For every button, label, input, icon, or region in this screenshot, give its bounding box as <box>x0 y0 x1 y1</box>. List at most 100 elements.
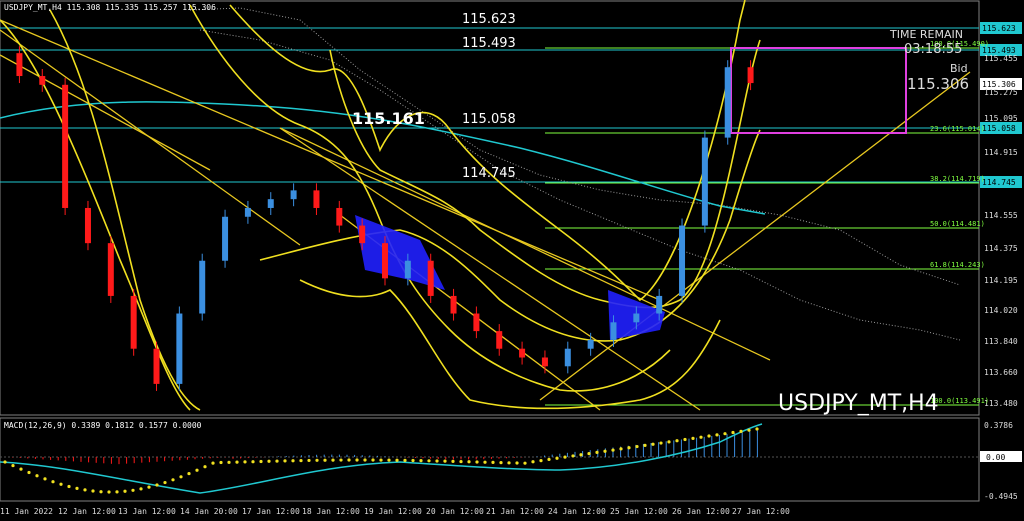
macd-dot <box>483 460 487 464</box>
macd-dot <box>251 460 255 464</box>
macd-dot <box>235 460 239 464</box>
macd-dot <box>675 439 679 443</box>
bid-label: Bid <box>950 62 968 75</box>
time-axis-label: 17 Jan 12:00 <box>242 507 300 516</box>
axis-tick: 114.195 <box>984 276 1018 285</box>
candle-body <box>176 313 183 384</box>
macd-dot <box>643 443 647 447</box>
macd-dot <box>107 490 111 494</box>
macd-dot <box>139 487 143 491</box>
macd-dot <box>395 458 399 462</box>
macd-dot <box>579 453 583 457</box>
macd-dot <box>331 458 335 462</box>
macd-dot <box>443 459 447 463</box>
level-label-115493: 115.493 <box>462 36 516 51</box>
symbol-watermark: USDJPY_MT,H4 <box>778 391 939 416</box>
candle-body <box>656 295 663 314</box>
macd-dot <box>523 461 527 465</box>
candle-body <box>222 216 229 261</box>
macd-dot <box>651 442 655 446</box>
macd-dot <box>595 450 599 455</box>
macd-dot <box>459 459 463 464</box>
macd-dot <box>163 480 167 485</box>
macd-dot <box>467 460 471 464</box>
time-axis-label: 20 Jan 12:00 <box>426 507 484 516</box>
fib-label-618: 61.8(114.243) <box>930 261 985 269</box>
macd-dot <box>587 451 591 456</box>
macd-dot <box>515 461 519 465</box>
candle-body <box>473 313 480 332</box>
macd-dot <box>411 458 415 463</box>
time-axis-label: 19 Jan 12:00 <box>364 507 422 516</box>
macd-dot <box>179 475 183 479</box>
bid-value: 115.306 <box>907 75 969 93</box>
macd-dot <box>11 463 15 468</box>
macd-dot <box>211 461 215 465</box>
macd-dot <box>203 465 207 469</box>
candle-body <box>633 313 640 323</box>
macd-axis-zero: 0.00 <box>986 453 1005 462</box>
macd-dot <box>683 437 687 442</box>
macd-dot <box>667 440 671 444</box>
macd-dot <box>491 460 495 465</box>
axis-tick: 113.480 <box>984 399 1018 408</box>
macd-dot <box>323 458 327 462</box>
macd-dot <box>259 459 263 464</box>
candle-body <box>450 295 457 314</box>
candle-body <box>359 225 366 244</box>
macd-axis-max: 0.3786 <box>984 421 1013 430</box>
macd-dot <box>67 484 71 489</box>
candle-body <box>336 207 343 226</box>
macd-dot <box>75 486 79 490</box>
candle-body <box>587 339 594 349</box>
macd-dot <box>275 459 279 463</box>
candle-body <box>541 357 548 367</box>
axis-tick: 114.375 <box>984 244 1018 253</box>
candle-body <box>404 260 411 279</box>
candle-body <box>747 67 754 84</box>
candle-body <box>39 76 46 85</box>
macd-dot <box>227 460 231 464</box>
time-axis-label: 18 Jan 12:00 <box>302 507 360 516</box>
axis-tick: 114.020 <box>984 306 1018 315</box>
chart-window[interactable]: 115.623 115.493 115.306 115.058 114.745 … <box>0 0 1024 521</box>
macd-dot <box>755 427 759 431</box>
macd-dot <box>195 468 199 472</box>
macd-dot <box>451 459 455 463</box>
candle-body <box>724 67 731 138</box>
macd-dot <box>99 490 103 494</box>
macd-dot <box>539 458 543 463</box>
candle-body <box>519 348 526 358</box>
axis-tick: 114.555 <box>984 211 1018 220</box>
time-remain-label: TIME REMAIN <box>889 28 963 41</box>
macd-dot <box>347 458 351 462</box>
macd-dot <box>315 458 319 462</box>
fib-label-236: 23.6(115.014) <box>930 125 985 133</box>
macd-dot <box>427 459 431 463</box>
macd-dot <box>123 489 127 493</box>
macd-dot <box>499 461 503 465</box>
macd-dot <box>555 456 559 460</box>
macd-dot <box>187 471 191 476</box>
fib-label-382: 38.2(114.719) <box>930 175 985 183</box>
macd-dot <box>355 458 359 462</box>
candle-body <box>62 84 69 208</box>
macd-dot <box>619 447 623 451</box>
macd-dot <box>691 436 695 440</box>
candle-body <box>199 260 206 314</box>
macd-dot <box>659 441 663 445</box>
chart-header: USDJPY_MT,H4 115.308 115.335 115.257 115… <box>4 3 216 12</box>
candle-body <box>610 322 617 340</box>
macd-dot <box>59 482 63 486</box>
macd-dot <box>243 460 247 464</box>
macd-dot <box>635 444 639 449</box>
time-axis-label: 12 Jan 12:00 <box>58 507 116 516</box>
time-remain-value: 03:18:55 <box>904 42 962 57</box>
level-label-115623: 115.623 <box>462 12 516 27</box>
macd-dot <box>283 459 287 463</box>
axis-level-1: 115.623 <box>982 24 1016 33</box>
macd-dot <box>363 458 367 462</box>
macd-dot <box>699 435 703 439</box>
macd-dot <box>307 458 311 463</box>
macd-dot <box>131 488 135 492</box>
